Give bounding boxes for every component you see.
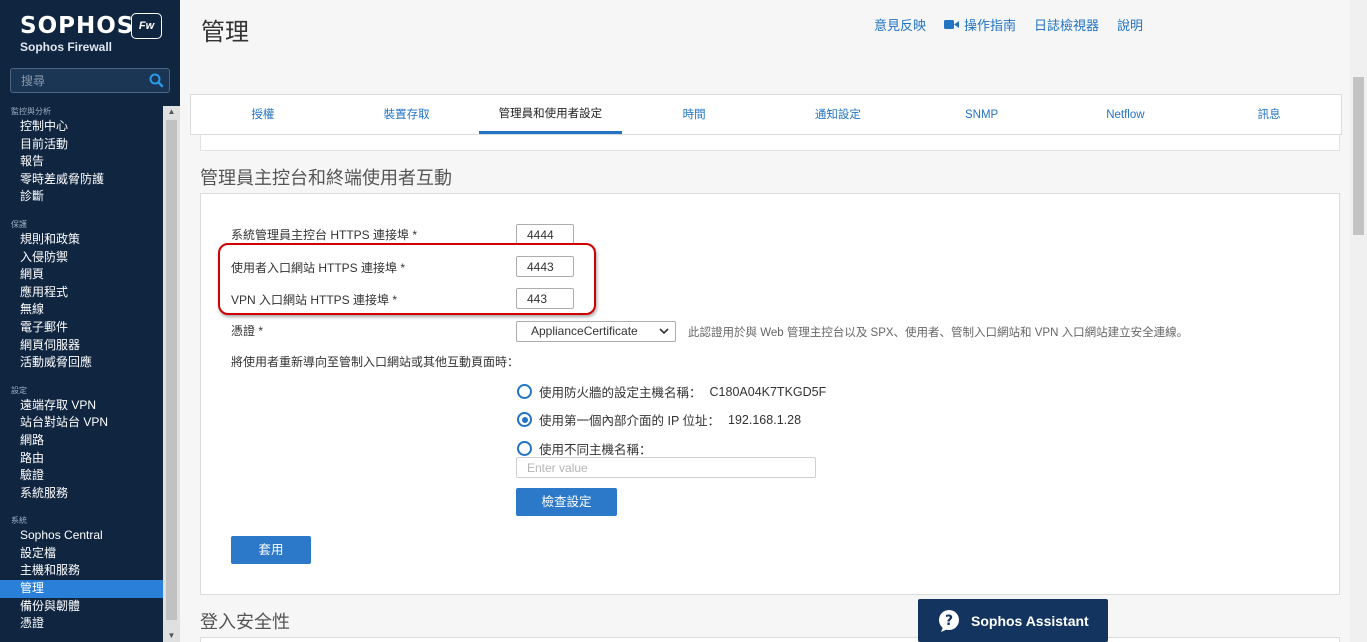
sidebar-item[interactable]: 驗證: [0, 467, 163, 485]
sidebar-item[interactable]: 電子郵件: [0, 319, 163, 337]
main-scrollbar[interactable]: [1350, 0, 1367, 642]
brand-subtitle: Sophos Firewall: [20, 40, 113, 54]
help-question-icon: ?: [939, 609, 959, 632]
sidebar-item[interactable]: 入侵防禦: [0, 249, 163, 267]
radio-hostname-value: C180A04K7TKGD5F: [709, 384, 827, 399]
nav-group: 監控與分析控制中心 目前活動 報告 零時差威脅防護 診斷: [0, 106, 163, 206]
main-content: 管理 意見反映 操作指南 日誌檢視器 說明 授權 裝置存取 管理員和使用者設定 時間通…: [180, 0, 1350, 642]
radio-ip-label: 使用第一個內部介面的 IP 位址：: [539, 414, 721, 428]
assistant-label: Sophos Assistant: [971, 612, 1089, 629]
sidebar-item[interactable]: 零時差威脅防護: [0, 171, 163, 189]
tab-item[interactable]: Netflow: [1054, 95, 1198, 134]
certificate-selected-value: ApplianceCertificate: [531, 324, 638, 338]
tab-item[interactable]: SNMP: [910, 95, 1054, 134]
sidebar-item[interactable]: 規則和政策: [0, 231, 163, 249]
sidebar-item[interactable]: 站台對站台 VPN: [0, 414, 163, 432]
nav-group-heading: 監控與分析: [11, 107, 51, 116]
sidebar-item[interactable]: 設定檔: [0, 545, 163, 563]
certificate-hint: 此認證用於與 Web 管理主控台以及 SPX、使用者、管制入口網站和 VPN 入…: [688, 327, 1189, 339]
sidebar-item[interactable]: 控制中心: [0, 118, 163, 136]
sidebar-item[interactable]: 報告: [0, 153, 163, 171]
sidebar-item[interactable]: 網頁伺服器: [0, 337, 163, 355]
sidebar-item[interactable]: 路由: [0, 450, 163, 468]
radio-custom-hostname[interactable]: 使用不同主機名稱：: [517, 439, 652, 458]
sidebar-scroll-thumb[interactable]: [166, 120, 177, 620]
sidebar-item[interactable]: 應用程式: [0, 284, 163, 302]
radio-hostname-label: 使用防火牆的設定主機名稱：: [539, 386, 702, 400]
sidebar-item[interactable]: 遠端存取 VPN: [0, 397, 163, 415]
tab-item[interactable]: 通知設定: [766, 95, 910, 134]
chevron-down-icon: [659, 328, 669, 335]
sidebar-item[interactable]: 診斷: [0, 188, 163, 206]
tab-bar: 授權 裝置存取 管理員和使用者設定 時間 通知設定 SNMP Netflow 訊息: [190, 94, 1342, 135]
sidebar-item[interactable]: 網頁: [0, 266, 163, 284]
nav-group-heading: 保護: [11, 219, 27, 229]
highlight-annotation: [218, 243, 596, 315]
admin-console-panel: 系統管理員主控台 HTTPS 連接埠 * 使用者入口網站 HTTPS 連接埠 *…: [200, 193, 1340, 595]
apply-button[interactable]: 套用: [231, 536, 311, 564]
tab-item[interactable]: 時間: [622, 95, 766, 134]
sidebar-item[interactable]: 無線: [0, 301, 163, 319]
tab-item[interactable]: 裝置存取: [335, 95, 479, 134]
scroll-down-icon[interactable]: ▼: [163, 630, 180, 642]
scroll-up-icon[interactable]: ▲: [163, 106, 180, 118]
radio-ip-address[interactable]: 使用第一個內部介面的 IP 位址： 192.168.1.28: [517, 410, 801, 429]
radio-button[interactable]: [517, 384, 532, 399]
check-settings-button[interactable]: 檢查設定: [516, 488, 617, 516]
log-viewer-link[interactable]: 日誌檢視器: [1034, 15, 1099, 34]
search-input[interactable]: [11, 69, 141, 92]
radio-button-checked[interactable]: [517, 412, 532, 427]
tab-item[interactable]: 授權: [191, 95, 335, 134]
sidebar-scrollbar[interactable]: ▲ ▼: [163, 106, 180, 642]
sidebar-item[interactable]: 管理: [0, 580, 163, 598]
nav-group-heading: 設定: [11, 385, 27, 395]
page-title: 管理: [201, 19, 249, 46]
brand-logo[interactable]: SOPHOS Sophos Firewall: [20, 13, 134, 54]
sidebar-search: [10, 68, 170, 93]
header-links: 意見反映 操作指南 日誌檢視器 說明: [874, 15, 1161, 34]
svg-text:?: ?: [945, 613, 953, 629]
radio-ip-value: 192.168.1.28: [728, 412, 802, 427]
feedback-link[interactable]: 意見反映: [874, 15, 926, 34]
help-link[interactable]: 說明: [1117, 15, 1143, 34]
radio-button[interactable]: [517, 441, 532, 456]
sidebar-item[interactable]: Sophos Central: [0, 527, 163, 545]
tab-content-strip: [200, 135, 1340, 151]
sidebar-item[interactable]: 活動威脅回應: [0, 354, 163, 372]
nav-group-heading: 系統: [11, 516, 27, 526]
nav-group: 保護規則和政策 入侵防禦 網頁 應用程式 無線 電子郵件 網頁伺服器 活動威脅回應: [0, 219, 163, 372]
redirect-label: 將使用者重新導向至管制入口網站或其他互動頁面時：: [231, 355, 520, 369]
admin-https-port-input[interactable]: [516, 224, 574, 245]
tab-item[interactable]: 管理員和使用者設定: [478, 95, 623, 134]
login-security-panel: [200, 637, 1340, 642]
sidebar-item[interactable]: 系統服務: [0, 485, 163, 503]
section-title-admin-console: 管理員主控台和終端使用者互動: [200, 168, 452, 188]
search-icon[interactable]: [148, 72, 165, 89]
sophos-assistant-button[interactable]: ? Sophos Assistant: [918, 599, 1108, 642]
sidebar-item[interactable]: 備份與韌體: [0, 598, 163, 616]
brand-name: SOPHOS: [20, 13, 135, 39]
sidebar-item[interactable]: 目前活動: [0, 136, 163, 154]
how-to-guides-link[interactable]: 操作指南: [944, 15, 1016, 34]
video-camera-icon: [944, 20, 960, 29]
how-to-guides-label: 操作指南: [964, 18, 1017, 33]
tab-item[interactable]: 訊息: [1197, 95, 1341, 134]
main-scroll-thumb[interactable]: [1353, 77, 1364, 235]
radio-custom-label: 使用不同主機名稱：: [539, 443, 652, 457]
sidebar: SOPHOS Sophos Firewall Fw 監控與分析控制中心目前活動報…: [0, 0, 180, 642]
sidebar-item[interactable]: 憑證: [0, 615, 163, 633]
custom-hostname-input[interactable]: [516, 457, 816, 478]
nav-group: 系統 Sophos Central 設定檔 主機和服務 管理 備份與韌體 憑證: [0, 515, 163, 633]
certificate-select[interactable]: ApplianceCertificate: [516, 321, 676, 342]
admin-https-port-label: 系統管理員主控台 HTTPS 連接埠 *: [231, 228, 418, 242]
sidebar-nav: 監控與分析控制中心 目前活動 報告 零時差威脅防護 診斷保護規則和政策 入侵防禦 網頁 應用程…: [0, 106, 163, 642]
sidebar-item[interactable]: 主機和服務: [0, 562, 163, 580]
section-title-login-security: 登入安全性: [200, 612, 290, 632]
radio-hostname[interactable]: 使用防火牆的設定主機名稱： C180A04K7TKGD5F: [517, 382, 826, 401]
sidebar-item[interactable]: 網路: [0, 432, 163, 450]
certificate-label: 憑證 *: [231, 324, 264, 338]
fw-badge-icon: Fw: [131, 13, 162, 39]
nav-group: 設定遠端存取 VPN 站台對站台 VPN 網路 路由 驗證 系統服務: [0, 385, 163, 503]
